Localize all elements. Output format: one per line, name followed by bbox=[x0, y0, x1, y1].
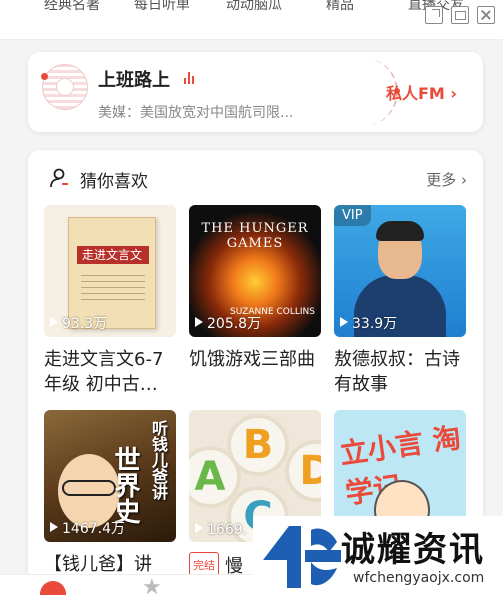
album-card[interactable]: 听钱儿爸讲 世界史 1467.4万 【钱儿爸】讲 bbox=[44, 410, 176, 577]
window-controls bbox=[425, 6, 495, 24]
letter-b: B bbox=[227, 414, 289, 476]
play-icon bbox=[50, 522, 58, 532]
play-count: 1669. bbox=[195, 522, 247, 538]
album-title: 走进文言文6-7年级 初中古… bbox=[44, 349, 164, 395]
album-card[interactable]: THE HUNGER GAMES SUZANNE COLLINS 205.8万 … bbox=[189, 205, 321, 372]
star-tab-icon[interactable]: ★ bbox=[142, 577, 162, 595]
letter-d: D bbox=[285, 440, 321, 502]
album-card[interactable]: VIP 33.9万 敖德叔叔：古诗有故事 bbox=[334, 205, 466, 397]
play-icon bbox=[195, 317, 203, 327]
play-count: 1467.4万 bbox=[50, 518, 125, 538]
vip-badge: VIP bbox=[334, 205, 371, 226]
radio-title: 上班路上 bbox=[98, 70, 170, 91]
playing-bars-icon bbox=[184, 72, 194, 84]
radio-subtitle: 美媒：美国放宽对中国航司限... bbox=[98, 105, 294, 121]
album-card[interactable]: 走进文言文 93.3万 走进文言文6-7年级 初中古… bbox=[44, 205, 176, 397]
tab-brain[interactable]: 动动脑瓜 bbox=[226, 0, 282, 14]
recommend-title: 猜你喜欢 bbox=[80, 172, 148, 192]
cover-title: THE HUNGER GAMES bbox=[201, 221, 309, 251]
album-cover: VIP 33.9万 bbox=[334, 205, 466, 337]
radio-card[interactable]: 上班路上 美媒：美国放宽对中国航司限... 私人FM › bbox=[28, 52, 483, 132]
recommend-header: 猜你喜欢 更多 › bbox=[28, 150, 483, 200]
play-count: 33.9万 bbox=[340, 313, 397, 333]
watermark-url: wfchengyaojx.com bbox=[353, 570, 485, 586]
private-fm-button[interactable]: 私人FM › bbox=[386, 80, 457, 104]
close-icon[interactable] bbox=[477, 6, 495, 24]
play-count: 205.8万 bbox=[195, 313, 261, 333]
watermark: 诚耀资讯 wfchengyaojx.com bbox=[253, 516, 503, 595]
more-link[interactable]: 更多 › bbox=[426, 169, 467, 190]
tab-classics[interactable]: 经典名著 bbox=[44, 0, 100, 14]
radio-disc-icon bbox=[41, 64, 88, 110]
play-icon bbox=[340, 317, 348, 327]
album-title: 饥饿游戏三部曲 bbox=[189, 349, 315, 370]
cover-subtitle: 听钱儿爸讲 bbox=[149, 420, 168, 500]
play-count: 93.3万 bbox=[50, 313, 107, 333]
album-title: 敖德叔叔：古诗有故事 bbox=[334, 349, 460, 395]
app-page: 经典名著 每日听单 动动脑瓜 精品 直播交友 上班路上 美媒：美国放宽对中国航司… bbox=[0, 0, 503, 595]
popout-icon[interactable] bbox=[425, 6, 443, 24]
cover-title: 走进文言文 bbox=[81, 248, 142, 262]
category-nav: 经典名著 每日听单 动动脑瓜 精品 直播交友 bbox=[0, 0, 503, 40]
mini-mode-icon[interactable] bbox=[451, 6, 469, 24]
album-cover: 走进文言文 93.3万 bbox=[44, 205, 176, 337]
tab-daily-list[interactable]: 每日听单 bbox=[134, 0, 190, 14]
watermark-logo-icon bbox=[263, 526, 341, 588]
album-cover: 听钱儿爸讲 世界史 1467.4万 bbox=[44, 410, 176, 542]
play-icon bbox=[50, 317, 58, 327]
play-icon bbox=[195, 523, 203, 533]
cover-title: 世界史 bbox=[110, 446, 140, 524]
album-cover: THE HUNGER GAMES SUZANNE COLLINS 205.8万 bbox=[189, 205, 321, 337]
watermark-name: 诚耀资讯 bbox=[341, 530, 485, 570]
home-tab-icon[interactable] bbox=[40, 581, 66, 595]
user-icon bbox=[50, 168, 68, 188]
tab-premium[interactable]: 精品 bbox=[326, 0, 354, 14]
